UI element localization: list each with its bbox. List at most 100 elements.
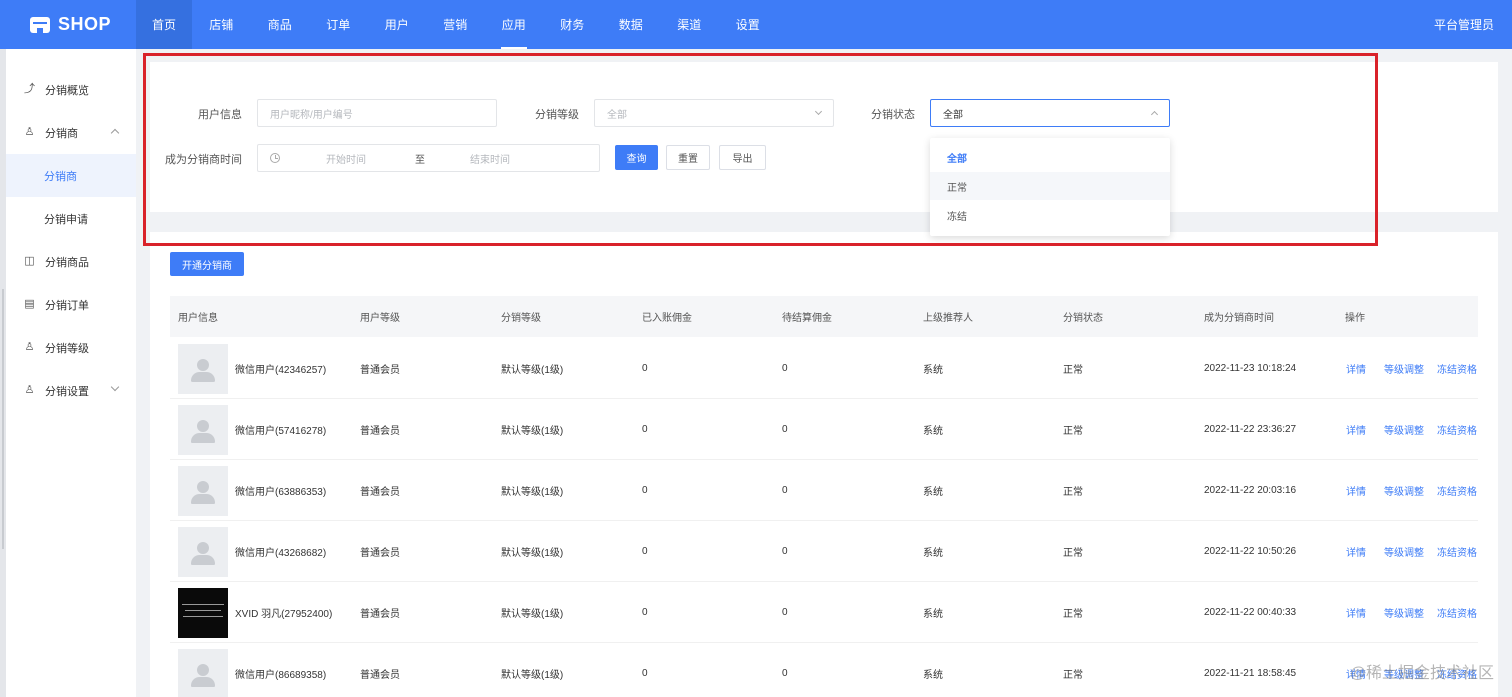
table-row: 微信用户(57416278) 普通会员 默认等级(1级) 0 0 系统 正常 2… — [170, 399, 1478, 460]
status: 正常 — [1063, 548, 1083, 559]
user-level: 普通会员 — [360, 365, 400, 376]
nav-item-marketing[interactable]: 营销 — [426, 0, 485, 49]
dist-level: 默认等级(1级) — [501, 548, 564, 559]
pending-commission: 0 — [782, 363, 788, 374]
avatar — [178, 466, 228, 516]
detail-link[interactable]: 详情 — [1346, 399, 1366, 460]
nav-item-channels[interactable]: 渠道 — [660, 0, 719, 49]
sidebar-item-label: 分销设置 — [45, 385, 89, 398]
user-name: 微信用户(57416278) — [235, 426, 327, 437]
nav-item-orders[interactable]: 订单 — [309, 0, 368, 49]
col-user-info: 用户信息 — [178, 313, 218, 324]
top-navbar: SHOP 首页 店铺 商品 订单 用户 营销 应用 财务 数据 渠道 设置 平台… — [0, 0, 1512, 49]
table-row: 微信用户(43268682) 普通会员 默认等级(1级) 0 0 系统 正常 2… — [170, 521, 1478, 582]
level-adjust-link[interactable]: 等级调整 — [1384, 338, 1424, 399]
booked-commission: 0 — [642, 363, 648, 374]
freeze-link[interactable]: 冻结资格 — [1437, 521, 1477, 582]
user-settings-icon: ♙ — [24, 384, 35, 396]
nav-item-home[interactable]: 首页 — [136, 0, 192, 49]
nav-item-users[interactable]: 用户 — [368, 0, 427, 49]
sidebar-subitem-distributors[interactable]: 分销商 — [6, 154, 136, 197]
sidebar-item-overview[interactable]: ⤴ 分销概览 — [6, 68, 136, 111]
sidebar-item-label: 分销申请 — [44, 213, 88, 226]
dist-level: 默认等级(1级) — [501, 670, 564, 681]
shop-icon — [30, 16, 50, 33]
nav-item-finance[interactable]: 财务 — [543, 0, 602, 49]
dist-level: 默认等级(1级) — [501, 365, 564, 376]
col-dist-level: 分销等级 — [501, 313, 541, 324]
order-icon: ▤ — [24, 298, 35, 310]
user-name: 微信用户(43268682) — [235, 548, 327, 559]
sidebar-item-label: 分销商品 — [45, 256, 89, 269]
nav-item-store[interactable]: 店铺 — [192, 0, 251, 49]
dist-level: 默认等级(1级) — [501, 426, 564, 437]
level-adjust-link[interactable]: 等级调整 — [1384, 460, 1424, 521]
nav-item-products[interactable]: 商品 — [251, 0, 310, 49]
level-adjust-link[interactable]: 等级调整 — [1384, 399, 1424, 460]
chart-line-icon: ⤴ — [24, 83, 35, 95]
detail-link[interactable]: 详情 — [1346, 582, 1366, 643]
col-pending-commission: 待结算佣金 — [782, 313, 832, 324]
freeze-link[interactable]: 冻结资格 — [1437, 338, 1477, 399]
col-status: 分销状态 — [1063, 313, 1103, 324]
join-time: 2022-11-22 00:40:33 — [1204, 607, 1297, 618]
open-distributor-button[interactable]: 开通分销商 — [170, 252, 244, 276]
pending-commission: 0 — [782, 485, 788, 496]
booked-commission: 0 — [642, 424, 648, 435]
freeze-link[interactable]: 冻结资格 — [1437, 460, 1477, 521]
user-name: 微信用户(63886353) — [235, 487, 327, 498]
sidebar: ⤴ 分销概览 ♙ 分销商 分销商 分销申请 ◫ 分销商品 ▤ 分销订单 ♙ 分销… — [6, 49, 136, 697]
join-time: 2022-11-22 10:50:26 — [1204, 546, 1297, 557]
referrer: 系统 — [923, 365, 943, 376]
col-user-level: 用户等级 — [360, 313, 400, 324]
freeze-link[interactable]: 冻结资格 — [1437, 582, 1477, 643]
status: 正常 — [1063, 609, 1083, 620]
user-name: 微信用户(86689358) — [235, 670, 327, 681]
sidebar-subitem-applications[interactable]: 分销申请 — [6, 197, 136, 240]
sidebar-item-distributors[interactable]: ♙ 分销商 — [6, 111, 136, 154]
user-level-icon: ♙ — [24, 341, 35, 353]
pending-commission: 0 — [782, 546, 788, 557]
nav-item-data[interactable]: 数据 — [602, 0, 661, 49]
sidebar-item-levels[interactable]: ♙ 分销等级 — [6, 326, 136, 369]
avatar — [178, 527, 228, 577]
nav-item-apps[interactable]: 应用 — [485, 0, 544, 49]
logo[interactable]: SHOP — [6, 0, 136, 49]
user-name: XVID 羽凡(27952400) — [235, 609, 333, 620]
nav-item-settings[interactable]: 设置 — [719, 0, 778, 49]
join-time: 2022-11-22 23:36:27 — [1204, 424, 1297, 435]
booked-commission: 0 — [642, 607, 648, 618]
referrer: 系统 — [923, 548, 943, 559]
chevron-up-icon — [110, 128, 120, 138]
join-time: 2022-11-22 20:03:16 — [1204, 485, 1297, 496]
sidebar-item-settings[interactable]: ♙ 分销设置 — [6, 369, 136, 412]
users-icon: ♙ — [24, 126, 35, 138]
user-level: 普通会员 — [360, 487, 400, 498]
sidebar-item-orders[interactable]: ▤ 分销订单 — [6, 283, 136, 326]
col-join-time: 成为分销商时间 — [1204, 313, 1274, 324]
detail-link[interactable]: 详情 — [1346, 521, 1366, 582]
highlight-annotation-box — [143, 53, 1378, 246]
level-adjust-link[interactable]: 等级调整 — [1384, 582, 1424, 643]
sidebar-item-label: 分销商 — [45, 127, 78, 140]
referrer: 系统 — [923, 487, 943, 498]
status: 正常 — [1063, 426, 1083, 437]
avatar — [178, 405, 228, 455]
table-header: 用户信息 用户等级 分销等级 已入账佣金 待结算佣金 上级推荐人 分销状态 成为… — [170, 296, 1478, 337]
detail-link[interactable]: 详情 — [1346, 460, 1366, 521]
booked-commission: 0 — [642, 485, 648, 496]
sidebar-item-products[interactable]: ◫ 分销商品 — [6, 240, 136, 283]
referrer: 系统 — [923, 426, 943, 437]
pending-commission: 0 — [782, 668, 788, 679]
status: 正常 — [1063, 365, 1083, 376]
freeze-link[interactable]: 冻结资格 — [1437, 399, 1477, 460]
col-actions: 操作 — [1345, 313, 1365, 324]
table-row: 微信用户(63886353) 普通会员 默认等级(1级) 0 0 系统 正常 2… — [170, 460, 1478, 521]
detail-link[interactable]: 详情 — [1346, 338, 1366, 399]
dist-level: 默认等级(1级) — [501, 487, 564, 498]
level-adjust-link[interactable]: 等级调整 — [1384, 521, 1424, 582]
admin-user-menu[interactable]: 平台管理员 — [1434, 0, 1494, 49]
scrollbar-thumb[interactable] — [2, 289, 4, 549]
pending-commission: 0 — [782, 607, 788, 618]
booked-commission: 0 — [642, 668, 648, 679]
